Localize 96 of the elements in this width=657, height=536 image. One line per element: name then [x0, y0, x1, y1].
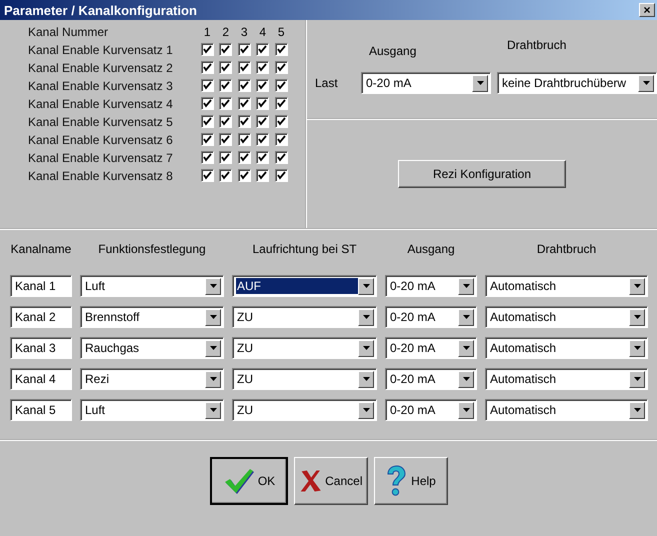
checkbox[interactable] — [200, 79, 214, 92]
direction-dropdown[interactable]: AUF — [232, 275, 377, 297]
checkbox[interactable] — [256, 79, 270, 92]
checkbox[interactable] — [238, 133, 251, 146]
channel-name-field[interactable]: Kanal 1 — [10, 275, 72, 297]
question-mark-icon — [385, 465, 408, 497]
checkbox[interactable] — [274, 169, 288, 182]
wire-break-dropdown[interactable]: Automatisch — [485, 337, 648, 359]
checkbox[interactable] — [274, 97, 288, 110]
checkbox[interactable] — [274, 79, 288, 92]
checkbox[interactable] — [200, 115, 214, 128]
output-dropdown[interactable]: 0-20 mA — [385, 368, 477, 390]
checkbox[interactable] — [238, 43, 251, 56]
output-dropdown[interactable]: 0-20 mA — [385, 337, 477, 359]
checkbox[interactable] — [219, 61, 232, 74]
checkbox[interactable] — [256, 43, 270, 56]
column-header: Ausgang — [406, 242, 456, 256]
cancel-button[interactable]: Cancel — [294, 457, 368, 505]
output-dropdown[interactable]: 0-20 mA — [385, 306, 477, 328]
function-dropdown[interactable]: Brennstoff — [80, 306, 224, 328]
enable-label: Kanal Enable Kurvensatz 6 — [28, 132, 174, 146]
checkbox[interactable] — [200, 133, 214, 146]
output-dropdown[interactable]: 0-20 mA — [385, 399, 477, 421]
rezi-configuration-button[interactable]: Rezi Konfiguration — [398, 160, 566, 188]
output-dropdown[interactable]: 0-20 mA — [385, 275, 477, 297]
channel-name-field[interactable]: Kanal 2 — [10, 306, 72, 328]
enable-label: Kanal Enable Kurvensatz 5 — [28, 114, 174, 128]
column-header: Kanalname — [10, 242, 72, 256]
output-label: Ausgang — [368, 44, 418, 58]
channel-number: 4 — [258, 24, 268, 38]
checkbox[interactable] — [256, 97, 270, 110]
checkbox[interactable] — [274, 61, 288, 74]
checkbox[interactable] — [219, 133, 232, 146]
direction-dropdown[interactable]: ZU — [232, 368, 377, 390]
checkbox[interactable] — [219, 169, 232, 182]
checkbox[interactable] — [256, 61, 270, 74]
column-header: Funktionsfestlegung — [97, 242, 207, 256]
wire-break-label: Drahtbruch — [506, 37, 568, 52]
channel-number: 5 — [276, 24, 286, 38]
checkbox[interactable] — [200, 169, 214, 182]
checkbox[interactable] — [200, 97, 214, 110]
checkbox[interactable] — [219, 43, 232, 56]
checkbox[interactable] — [238, 115, 251, 128]
function-dropdown[interactable]: Rezi — [80, 368, 224, 390]
checkbox[interactable] — [274, 115, 288, 128]
function-dropdown[interactable]: Luft — [80, 275, 224, 297]
checkbox[interactable] — [274, 43, 288, 56]
checkbox[interactable] — [238, 151, 251, 164]
close-button[interactable]: × — [639, 3, 655, 17]
output-dropdown[interactable]: 0-20 mA — [361, 72, 491, 94]
channel-number: 3 — [240, 24, 249, 38]
function-dropdown[interactable]: Luft — [80, 399, 224, 421]
checkbox[interactable] — [256, 133, 270, 146]
enable-label: Kanal Enable Kurvensatz 2 — [28, 60, 174, 74]
checkbox[interactable] — [200, 151, 214, 164]
wire-break-dropdown[interactable]: Automatisch — [485, 306, 648, 328]
checkbox[interactable] — [238, 97, 251, 110]
checkbox[interactable] — [238, 61, 251, 74]
enable-label: Kanal Enable Kurvensatz 3 — [28, 78, 174, 92]
checkbox[interactable] — [256, 151, 270, 164]
column-header: Drahtbruch — [536, 242, 598, 256]
enable-label: Kanal Enable Kurvensatz 8 — [28, 168, 174, 182]
wire-break-dropdown[interactable]: keine Drahtbruchüberw — [497, 72, 657, 94]
column-header: Laufrichtung bei ST — [251, 242, 358, 256]
channel-name-field[interactable]: Kanal 5 — [10, 399, 72, 421]
enable-label: Kanal Enable Kurvensatz 4 — [28, 96, 174, 110]
checkbox[interactable] — [256, 169, 270, 182]
checkbox[interactable] — [238, 169, 251, 182]
channel-number: 2 — [221, 24, 230, 38]
checkbox[interactable] — [200, 61, 214, 74]
help-button[interactable]: Help — [374, 457, 448, 505]
channel-name-field[interactable]: Kanal 3 — [10, 337, 72, 359]
checkbox[interactable] — [256, 115, 270, 128]
window-title: Parameter / Kanalkonfiguration — [4, 2, 197, 18]
checkbox[interactable] — [274, 151, 288, 164]
checkbox[interactable] — [219, 79, 232, 92]
channel-number-label: Kanal Nummer — [28, 24, 110, 38]
checkbox[interactable] — [219, 115, 232, 128]
channel-name-field[interactable]: Kanal 4 — [10, 368, 72, 390]
wire-break-dropdown[interactable]: Automatisch — [485, 368, 648, 390]
channel-number: 1 — [202, 24, 212, 38]
ok-button[interactable]: OK — [210, 457, 288, 505]
enable-label: Kanal Enable Kurvensatz 1 — [28, 42, 174, 56]
checkbox[interactable] — [238, 79, 251, 92]
checkbox[interactable] — [219, 97, 232, 110]
wire-break-dropdown[interactable]: Automatisch — [485, 399, 648, 421]
wire-break-dropdown[interactable]: Automatisch — [485, 275, 648, 297]
checkbox[interactable] — [274, 133, 288, 146]
function-dropdown[interactable]: Rauchgas — [80, 337, 224, 359]
direction-dropdown[interactable]: ZU — [232, 399, 377, 421]
enable-label: Kanal Enable Kurvensatz 7 — [28, 150, 174, 164]
load-label: Last — [315, 76, 339, 90]
checkbox[interactable] — [200, 43, 214, 56]
direction-dropdown[interactable]: ZU — [232, 337, 377, 359]
direction-dropdown[interactable]: ZU — [232, 306, 377, 328]
checkbox[interactable] — [219, 151, 232, 164]
